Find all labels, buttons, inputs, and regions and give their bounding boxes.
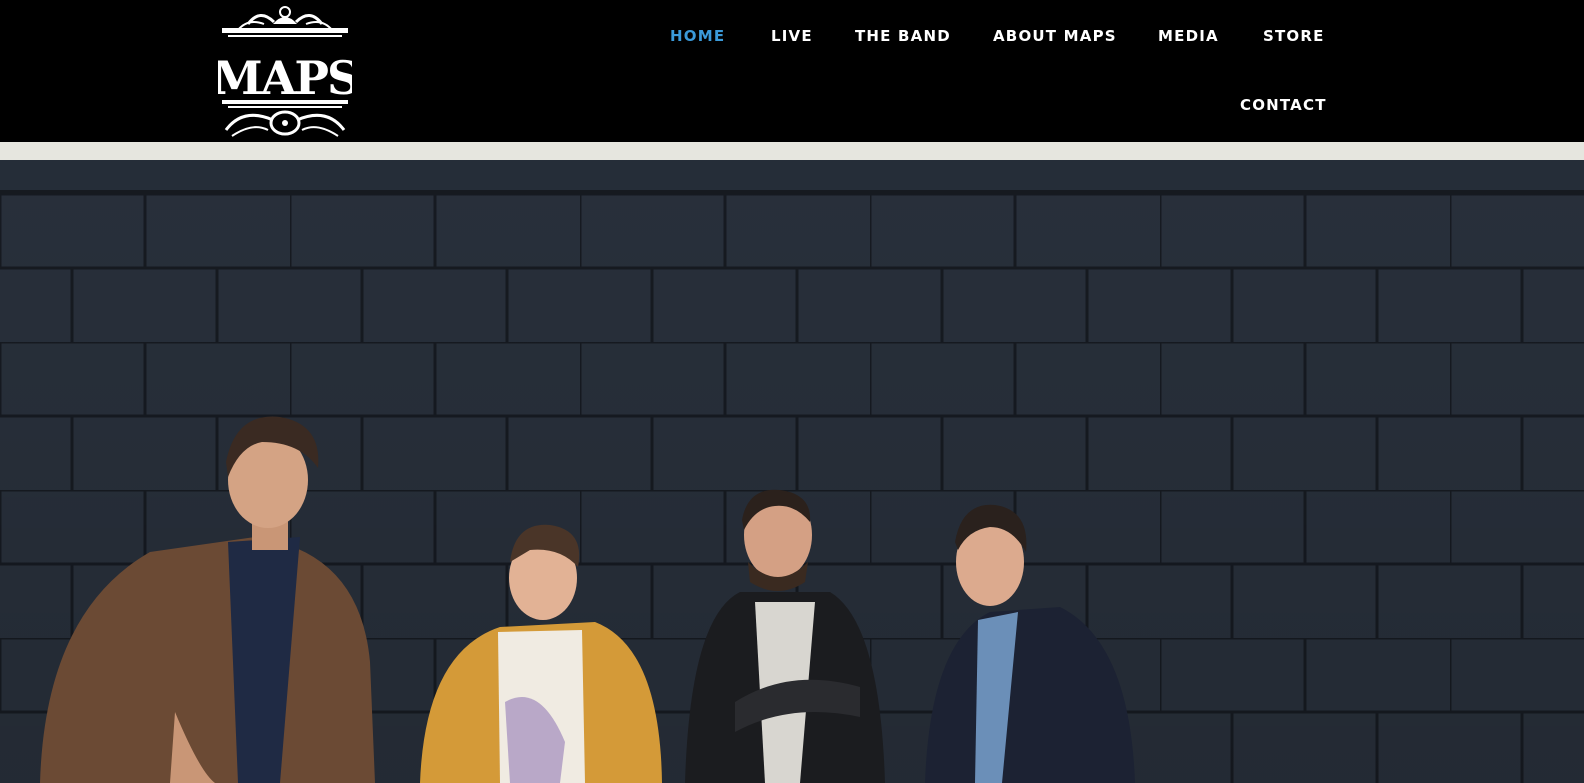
- nav-contact[interactable]: CONTACT: [1240, 95, 1327, 115]
- nav-home[interactable]: HOME: [670, 26, 725, 46]
- nav-store[interactable]: STORE: [1263, 26, 1325, 46]
- nav-media[interactable]: MEDIA: [1158, 26, 1219, 46]
- nav-about-maps[interactable]: ABOUT MAPS: [993, 26, 1117, 46]
- nav-live[interactable]: LIVE: [771, 26, 813, 46]
- hero-band-photo: [0, 142, 1584, 783]
- nav-the-band[interactable]: THE BAND: [855, 26, 951, 46]
- logo-lettering: MAPS: [218, 51, 352, 105]
- roof-trim: [0, 142, 1584, 160]
- site-header: MAPS HOME LIVE THE BAND ABOUT MAPS MEDIA…: [0, 0, 1584, 142]
- maps-logo[interactable]: MAPS: [218, 2, 352, 140]
